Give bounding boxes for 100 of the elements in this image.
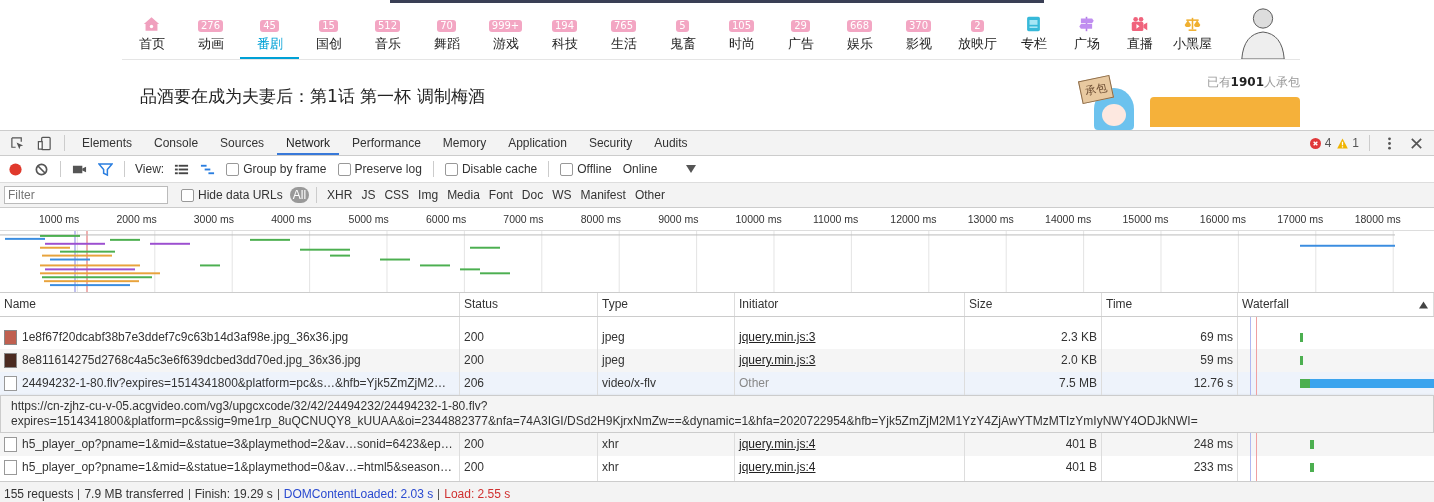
checkbox[interactable]: Disable cache: [444, 162, 538, 176]
time-tick: 6000 ms: [425, 212, 468, 227]
checkbox[interactable]: Preserve log: [337, 162, 422, 176]
clear-icon[interactable]: [34, 161, 49, 177]
type-filter[interactable]: Doc: [518, 187, 547, 203]
image-thumbnail-icon: [4, 353, 17, 368]
error-count[interactable]: 4: [1324, 136, 1332, 150]
nav-tab[interactable]: 小黑屋: [1166, 16, 1219, 59]
column-header[interactable]: Initiator: [735, 293, 965, 316]
initiator-link[interactable]: jquery.min.js:3: [739, 353, 816, 367]
close-icon[interactable]: [1409, 135, 1424, 151]
nav-tab[interactable]: 29 广告: [771, 20, 830, 59]
type-filter[interactable]: XHR: [324, 187, 356, 203]
request-row[interactable]: h5_player_op?pname=1&mid=&statue=1&playmethod=0&av…=html5&season… 200 xhr jquery.min.js:4 401 B 233 ms: [0, 456, 1434, 479]
type-filter[interactable]: Other: [631, 187, 668, 203]
nav-tab[interactable]: 999+ 游戏: [476, 20, 535, 59]
nav-tab[interactable]: 512 音乐: [358, 20, 417, 59]
time-tick: 16000 ms: [1199, 212, 1247, 227]
time-tick: 13000 ms: [967, 212, 1015, 227]
count-badge: 29: [791, 20, 810, 32]
count-badge: 370: [905, 20, 932, 32]
initiator-link[interactable]: jquery.min.js:3: [739, 330, 816, 344]
checkbox[interactable]: Hide data URLs: [181, 188, 283, 202]
scales-icon: [1184, 16, 1201, 32]
sort-arrow-icon[interactable]: [1419, 301, 1428, 309]
count-badge: 194: [551, 20, 578, 32]
nav-tab[interactable]: 2 放映厅: [948, 20, 1007, 59]
type-filter[interactable]: CSS: [381, 187, 413, 203]
nav-tab[interactable]: 5 鬼畜: [653, 20, 712, 59]
count-badge: 70: [437, 20, 456, 32]
nav-tab[interactable]: 广场: [1060, 16, 1113, 59]
nav-tab[interactable]: 70 舞蹈: [417, 20, 476, 59]
request-row[interactable]: 8e811614275d2768c4a5c3e6f639dcbed3dd70ed.jpg_36x36.jpg 200 jpeg jquery.min.js:3 2.0 KB 59 ms: [0, 349, 1434, 372]
initiator-link[interactable]: jquery.min.js:4: [739, 460, 816, 474]
time-tick: 14000 ms: [1045, 212, 1093, 227]
error-icon: [1309, 137, 1321, 149]
type-filter[interactable]: WS: [549, 187, 575, 203]
type-filter[interactable]: Manifest: [577, 187, 629, 203]
count-badge: 2: [971, 20, 984, 32]
summary-text: 7.9 MB transferred: [84, 487, 184, 501]
count-badge: 45: [260, 20, 279, 32]
filter-field[interactable]: Filter: [4, 186, 168, 204]
nav-tab[interactable]: 765 生活: [594, 20, 653, 59]
initiator-link[interactable]: jquery.min.js:4: [739, 437, 816, 451]
request-row[interactable]: 24494232-1-80.flv?expires=1514341800&platform=pc&s…&hfb=Yjk5ZmZjM2… 206 video/x-flv Other 7.5 MB 12.76 s: [0, 372, 1434, 395]
column-header[interactable]: Status: [460, 293, 598, 316]
nav-tab[interactable]: 194 科技: [535, 20, 594, 59]
device-icon[interactable]: [37, 135, 52, 151]
devtools-tab[interactable]: Memory: [433, 131, 496, 155]
request-name: 24494232-1-80.flv?expires=1514341800&platform=pc&s…&hfb=Yjk5ZmZjM2…: [22, 375, 446, 392]
house-icon: [143, 16, 160, 32]
nav-tab[interactable]: 15 国创: [299, 20, 358, 59]
record-button[interactable]: [8, 161, 23, 177]
type-filter[interactable]: Img: [415, 187, 442, 203]
type-filter[interactable]: Media: [444, 187, 483, 203]
checkbox[interactable]: Group by frame: [226, 162, 327, 176]
timing-text: DOMContentLoaded: 2.03 s: [283, 487, 434, 501]
devtools-tab[interactable]: Network: [277, 131, 340, 155]
type-filter[interactable]: JS: [358, 187, 379, 203]
type-cell: xhr: [598, 456, 735, 479]
column-header[interactable]: Name: [0, 293, 460, 316]
time-tick: 1000 ms: [39, 212, 81, 227]
nav-tab[interactable]: 首页: [122, 16, 181, 59]
count-badge: 276: [197, 20, 224, 32]
time-tick: 8000 ms: [580, 212, 622, 227]
file-icon: [4, 376, 17, 391]
devtools-tab[interactable]: Application: [499, 131, 576, 155]
time-tick: 4000 ms: [271, 212, 313, 227]
url-tooltip: https://cn-zjhz-cu-v-05.acgvideo.com/vg3/upgcxcode/32/42/24494232/24494232-1-80.flv? expires=1514341800&platform=pc&ssig=9me1rp_8uQCNUQY8_kUUAA&oi=2344882377&nfa=74A3IGI/DSd2H9KjrxNmZw==&dynamic=1&hfa=2020722954&hfb=Yjk5ZmZjM2M1YzY4ZjAwYTMzMTIzYmIyNWY4ODJkNWI=: [0, 395, 1434, 433]
devtools-tab[interactable]: Sources: [211, 131, 274, 155]
devtools-tab[interactable]: Performance: [343, 131, 430, 155]
type-filter[interactable]: Font: [485, 187, 516, 203]
nav-tab[interactable]: 直播: [1113, 16, 1166, 59]
inspect-icon[interactable]: [10, 135, 25, 151]
nav-tab[interactable]: 668 娱乐: [830, 20, 889, 59]
caret-icon[interactable]: [685, 165, 696, 173]
warning-count[interactable]: 1: [1352, 136, 1359, 150]
time-tick: 3000 ms: [193, 212, 236, 227]
nav-tab[interactable]: 370 影视: [889, 20, 948, 59]
time-tick: 12000 ms: [890, 212, 938, 227]
devtools-tab[interactable]: Audits: [645, 131, 697, 155]
sponsor-count: 已有1901人承包: [1206, 74, 1300, 91]
nav-tab[interactable]: 105 时尚: [712, 20, 771, 59]
count-badge: 668: [846, 20, 873, 32]
column-header[interactable]: Size: [965, 293, 1102, 316]
column-header[interactable]: Time: [1102, 293, 1238, 316]
devtools-tab[interactable]: Elements: [73, 131, 142, 155]
throttling-select[interactable]: Online: [622, 162, 683, 176]
checkbox[interactable]: Offline: [560, 162, 612, 176]
nav-tab[interactable]: 276 动画: [181, 20, 240, 59]
summary-text: Finish: 19.29 s: [194, 487, 273, 501]
filter-icon[interactable]: [98, 161, 113, 177]
nav-tab[interactable]: 专栏: [1007, 16, 1060, 59]
count-badge: 15: [319, 20, 338, 32]
devtools-tab[interactable]: Security: [579, 131, 642, 155]
devtools-tab[interactable]: Console: [145, 131, 208, 155]
file-icon: [4, 437, 17, 452]
column-header[interactable]: Type: [598, 293, 735, 316]
time-tick: 10000 ms: [735, 212, 783, 227]
request-row[interactable]: h5_player_op?pname=1&mid=&statue=3&playmethod=2&av…sonid=6423&ep… 200 xhr jquery.min.js:4 401 B 248 ms: [0, 433, 1434, 456]
